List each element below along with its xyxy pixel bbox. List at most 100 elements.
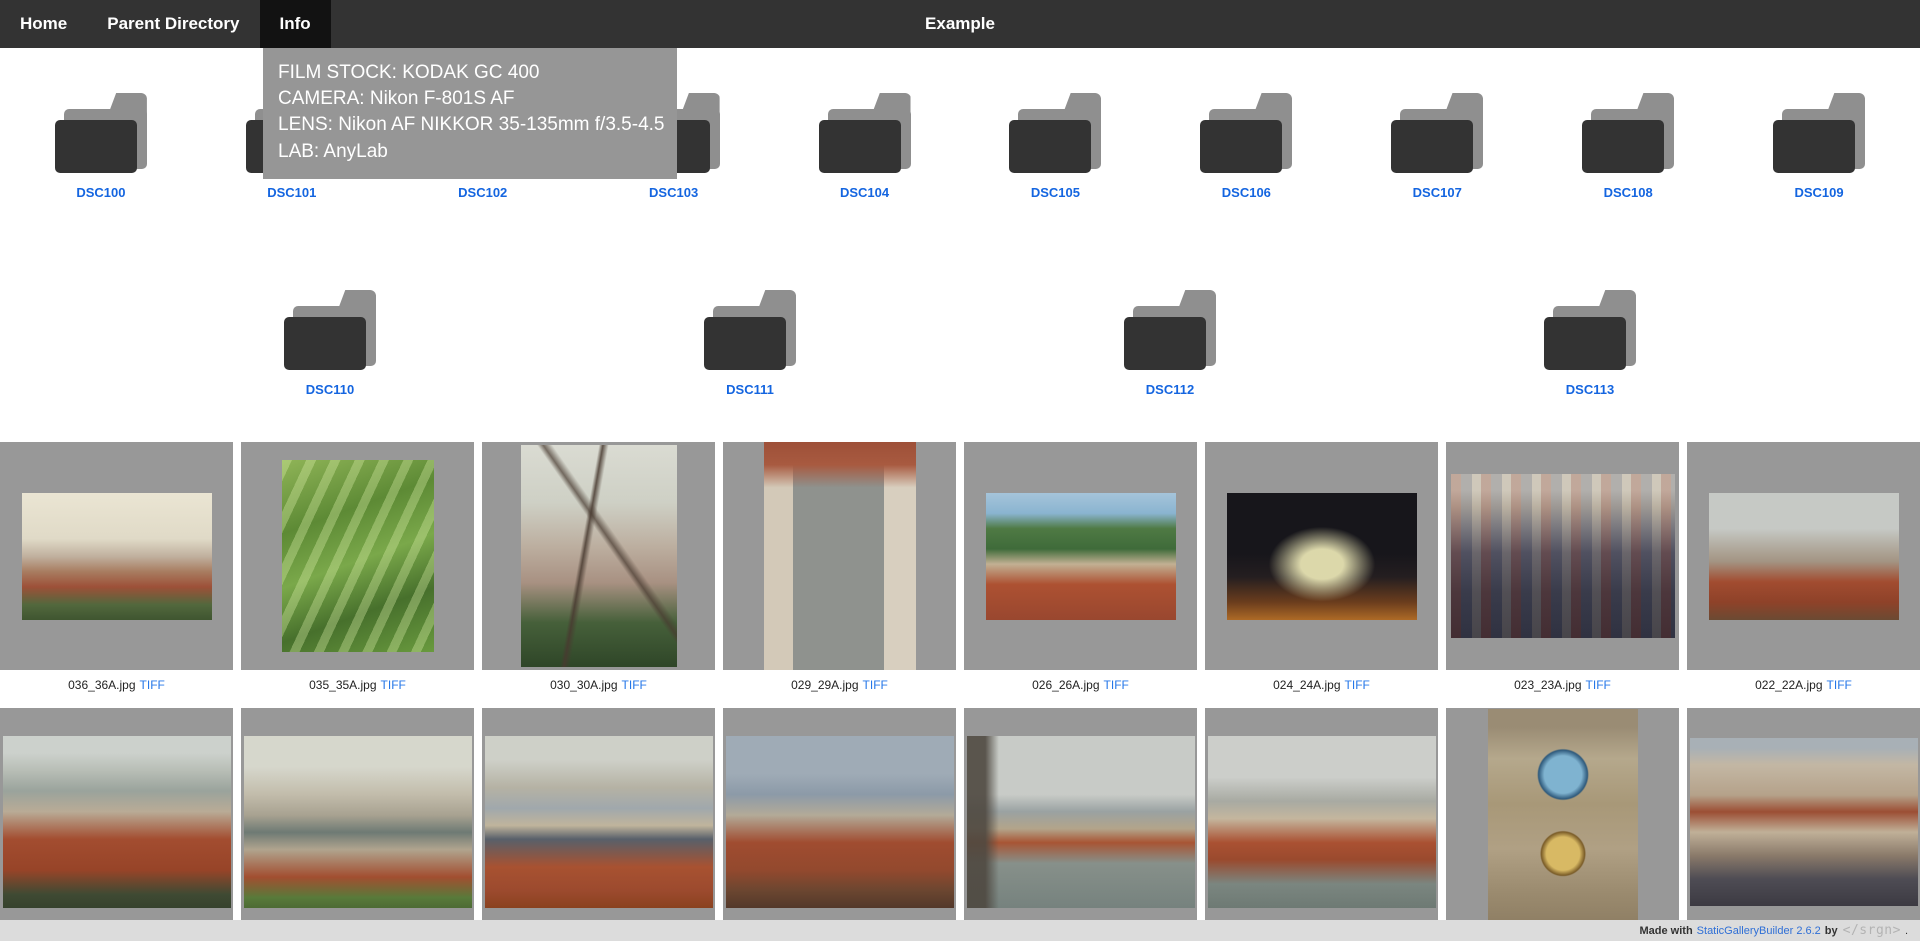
folder-item[interactable]: DSC108 <box>1538 93 1718 200</box>
gallery-cell <box>0 708 233 936</box>
folder-label[interactable]: DSC109 <box>1794 185 1843 200</box>
thumbnail-image[interactable] <box>967 736 1195 908</box>
folder-item[interactable]: DSC107 <box>1347 93 1527 200</box>
folder-label[interactable]: DSC112 <box>1146 382 1194 397</box>
folder-item[interactable]: DSC104 <box>775 93 955 200</box>
tiff-link[interactable]: TIFF <box>140 678 165 692</box>
thumbnail-caption: 029_29A.jpgTIFF <box>723 670 956 700</box>
thumbnail-image[interactable] <box>726 736 954 908</box>
footer-by-text: by <box>1825 925 1838 937</box>
folder-icon[interactable] <box>1582 93 1674 173</box>
thumbnail-frame <box>241 708 474 936</box>
thumbnail-image[interactable] <box>485 736 713 908</box>
thumbnail-caption: 022_22A.jpg TIFF <box>1687 670 1920 700</box>
thumbnail-image[interactable] <box>1709 493 1899 620</box>
folder-label[interactable]: DSC104 <box>840 185 889 200</box>
thumbnail-frame <box>482 708 715 936</box>
gallery-cell <box>964 708 1197 936</box>
thumbnail-frame <box>1687 708 1920 936</box>
tiff-link[interactable]: TIFF <box>622 678 647 692</box>
filename-label: 035_35A.jpg <box>309 678 376 692</box>
gallery-cell: 036_36A.jpg TIFF <box>0 442 233 700</box>
folder-icon-front <box>284 317 366 370</box>
folder-label[interactable]: DSC103 <box>649 185 698 200</box>
gallery-cell: 026_26A.jpgTIFF <box>964 442 1197 700</box>
tiff-link[interactable]: TIFF <box>1104 678 1129 692</box>
folder-label[interactable]: DSC107 <box>1413 185 1462 200</box>
folder-label[interactable]: DSC101 <box>267 185 316 200</box>
gallery-cell <box>1687 708 1920 936</box>
folder-label[interactable]: DSC105 <box>1031 185 1080 200</box>
nav-item-parent-directory[interactable]: Parent Directory <box>87 0 259 48</box>
folder-label[interactable]: DSC100 <box>76 185 125 200</box>
folder-label[interactable]: DSC113 <box>1566 382 1614 397</box>
info-tooltip: FILM STOCK: KODAK GC 400 CAMERA: Nikon F… <box>263 48 677 179</box>
gallery-cell: 022_22A.jpg TIFF <box>1687 442 1920 700</box>
nav-item-home[interactable]: Home <box>0 0 87 48</box>
folder-icon[interactable] <box>1124 290 1216 370</box>
tiff-link[interactable]: TIFF <box>1827 678 1852 692</box>
nav-item-info[interactable]: Info <box>260 0 331 48</box>
thumbnail-frame <box>0 708 233 936</box>
thumbnail-image[interactable] <box>1451 474 1675 638</box>
footer-builder-link[interactable]: StaticGalleryBuilder 2.6.2 <box>1697 925 1821 937</box>
thumbnail-frame <box>1687 442 1920 670</box>
folder-icon[interactable] <box>1544 290 1636 370</box>
folder-item[interactable]: DSC109 <box>1729 93 1909 200</box>
folder-item[interactable]: DSC111 <box>660 290 840 397</box>
folder-icon[interactable] <box>55 93 147 173</box>
gallery-cell: 035_35A.jpg TIFF <box>241 442 474 700</box>
folder-item[interactable]: DSC106 <box>1156 93 1336 200</box>
thumbnail-image[interactable] <box>986 493 1176 620</box>
tooltip-line-lab: LAB: AnyLab <box>278 139 665 165</box>
tiff-link[interactable]: TIFF <box>1586 678 1611 692</box>
thumbnail-image[interactable] <box>764 442 916 670</box>
filename-label: 023_23A.jpg <box>1514 678 1581 692</box>
thumbnail-caption: 023_23A.jpg TIFF <box>1446 670 1679 700</box>
folder-item[interactable]: DSC113 <box>1500 290 1680 397</box>
thumbnail-image[interactable] <box>1227 493 1417 620</box>
thumbnail-image[interactable] <box>1488 709 1638 935</box>
folder-icon[interactable] <box>1009 93 1101 173</box>
folder-item[interactable]: DSC105 <box>965 93 1145 200</box>
gallery-cell <box>482 708 715 936</box>
folder-item[interactable]: DSC112 <box>1080 290 1260 397</box>
thumbnail-image[interactable] <box>1690 738 1918 906</box>
tooltip-line-camera: CAMERA: Nikon F-801S AF <box>278 86 665 112</box>
folder-item[interactable]: DSC110 <box>240 290 420 397</box>
thumbnail-image[interactable] <box>521 445 677 667</box>
thumbnail-image[interactable] <box>244 736 472 908</box>
folder-label[interactable]: DSC102 <box>458 185 507 200</box>
tiff-link[interactable]: TIFF <box>381 678 406 692</box>
thumbnail-frame <box>964 442 1197 670</box>
folder-label[interactable]: DSC111 <box>726 382 774 397</box>
tiff-link[interactable]: TIFF <box>1345 678 1370 692</box>
folder-icon-front <box>1773 120 1855 173</box>
folder-icon[interactable] <box>1200 93 1292 173</box>
folder-label[interactable]: DSC106 <box>1222 185 1271 200</box>
footer-bar: Made with StaticGalleryBuilder 2.6.2 by … <box>0 920 1920 941</box>
folder-icon-front <box>704 317 786 370</box>
thumbnail-image[interactable] <box>3 736 231 908</box>
folder-icon[interactable] <box>1773 93 1865 173</box>
folder-icon[interactable] <box>284 290 376 370</box>
folder-label[interactable]: DSC110 <box>306 382 354 397</box>
folder-icon[interactable] <box>704 290 796 370</box>
filename-label: 022_22A.jpg <box>1755 678 1822 692</box>
tiff-link[interactable]: TIFF <box>863 678 888 692</box>
folder-item[interactable]: DSC100 <box>11 93 191 200</box>
folder-icon-front <box>1544 317 1626 370</box>
thumbnail-image[interactable] <box>1208 736 1436 908</box>
folder-icon[interactable] <box>1391 93 1483 173</box>
folder-label[interactable]: DSC108 <box>1604 185 1653 200</box>
folder-icon-front <box>1200 120 1282 173</box>
thumbnail-frame <box>964 708 1197 936</box>
thumbnail-image[interactable] <box>282 460 434 652</box>
folder-icon-front <box>1124 317 1206 370</box>
folder-icon[interactable] <box>819 93 911 173</box>
srgn-logo[interactable]: </srgn> <box>1843 923 1901 938</box>
gallery-cell <box>723 708 956 936</box>
filename-label: 036_36A.jpg <box>68 678 135 692</box>
footer-period: . <box>1905 925 1908 937</box>
thumbnail-image[interactable] <box>22 493 212 620</box>
